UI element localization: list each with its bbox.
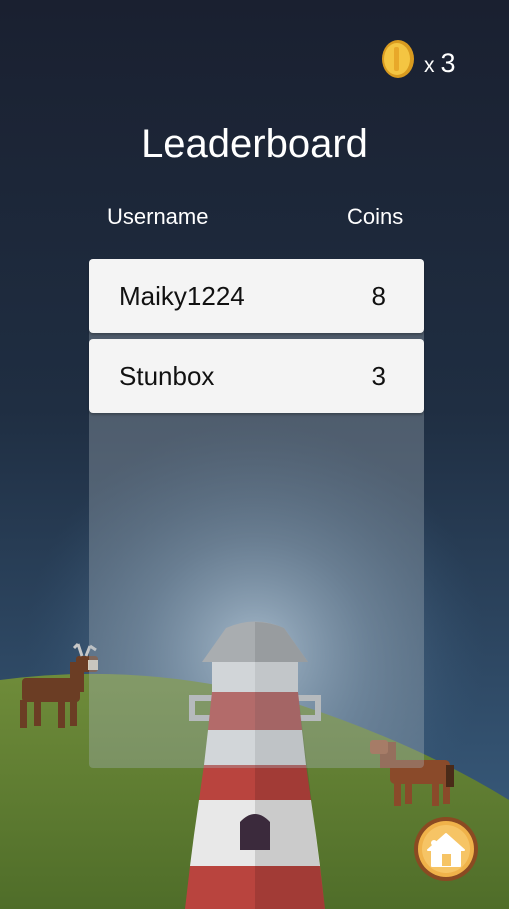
coin-count-value: 3 (440, 48, 456, 78)
column-header-username: Username (107, 204, 209, 229)
home-button[interactable] (412, 815, 480, 883)
row-coins: 3 (371, 361, 386, 391)
coin-prefix: x (424, 54, 435, 77)
leaderboard-row: Stunbox 3 (89, 339, 424, 413)
home-icon (414, 817, 478, 881)
coin-icon (382, 40, 414, 78)
column-header-coins: Coins (347, 204, 404, 229)
row-username: Maiky1224 (119, 281, 245, 311)
row-username: Stunbox (119, 361, 215, 391)
leaderboard-row: Maiky1224 8 (89, 259, 424, 333)
leaderboard-title: Leaderboard (141, 122, 368, 166)
coin-count-text: x3 (424, 48, 456, 79)
row-coins: 8 (371, 281, 386, 311)
leaderboard-panel (89, 259, 424, 768)
